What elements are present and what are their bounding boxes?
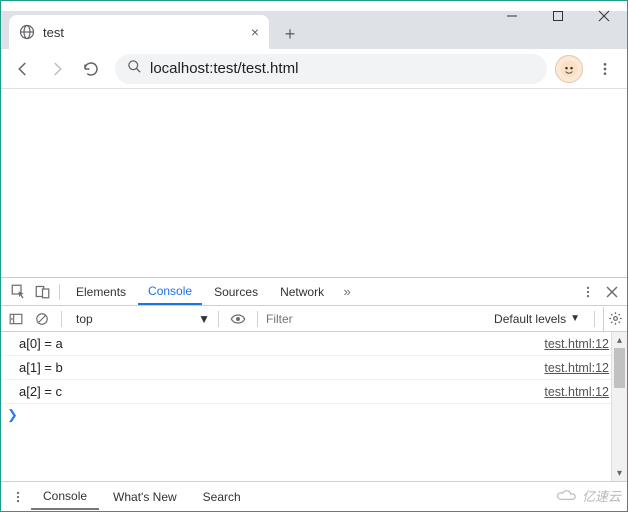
globe-icon [19, 24, 35, 40]
scroll-up-button[interactable]: ▴ [612, 332, 627, 348]
watermark: 亿速云 [556, 486, 621, 505]
minimize-button[interactable] [489, 1, 535, 31]
chevron-down-icon: ▼ [198, 312, 210, 326]
devtools-panel: Elements Console Sources Network » [1, 277, 627, 511]
context-label: top [76, 312, 93, 326]
device-toolbar-icon[interactable] [31, 281, 53, 303]
window-controls [489, 1, 627, 31]
console-prompt[interactable]: ❯ [1, 404, 627, 426]
tab-title: test [43, 25, 243, 40]
drawer-tab-whatsnew[interactable]: What's New [101, 483, 189, 510]
drawer-tab-search[interactable]: Search [191, 483, 253, 510]
console-row: a[1] = b test.html:12 [1, 356, 627, 380]
tab-sources[interactable]: Sources [204, 278, 268, 305]
console-toolbar: top ▼ Default levels ▼ [1, 306, 627, 332]
console-message: a[1] = b [19, 360, 544, 375]
drawer-tab-console[interactable]: Console [31, 483, 99, 510]
close-tab-button[interactable]: × [251, 24, 259, 40]
settings-icon[interactable] [603, 307, 627, 331]
inspect-element-icon[interactable] [7, 281, 29, 303]
forward-button[interactable] [41, 53, 73, 85]
log-levels-selector[interactable]: Default levels ▼ [494, 312, 586, 326]
separator [218, 311, 219, 327]
reload-button[interactable] [75, 53, 107, 85]
chevron-right-icon: ❯ [7, 407, 18, 423]
back-button[interactable] [7, 53, 39, 85]
console-source-link[interactable]: test.html:12 [544, 361, 609, 375]
scrollbar[interactable]: ▴ ▾ [611, 332, 627, 481]
scrollbar-thumb[interactable] [614, 348, 625, 388]
console-message: a[2] = c [19, 384, 544, 399]
close-window-button[interactable] [581, 1, 627, 31]
separator [61, 311, 62, 327]
page-viewport [1, 89, 627, 277]
context-selector[interactable]: top ▼ [70, 310, 210, 328]
filter-input[interactable] [266, 312, 490, 326]
close-devtools-button[interactable] [601, 281, 623, 303]
more-tabs-button[interactable]: » [336, 281, 358, 303]
console-message: a[0] = a [19, 336, 544, 351]
separator [59, 284, 60, 300]
drawer-menu-button[interactable] [7, 486, 29, 508]
address-bar[interactable]: localhost:test/test.html [115, 54, 547, 84]
devtools-tab-bar: Elements Console Sources Network » [1, 278, 627, 306]
clear-console-icon[interactable] [31, 308, 53, 330]
cloud-icon [556, 489, 578, 503]
console-source-link[interactable]: test.html:12 [544, 385, 609, 399]
tab-network[interactable]: Network [270, 278, 334, 305]
browser-tab[interactable]: test × [9, 15, 269, 49]
devtools-drawer: Console What's New Search [1, 481, 627, 511]
live-expression-icon[interactable] [227, 308, 249, 330]
profile-avatar[interactable] [555, 55, 583, 83]
separator [257, 311, 258, 327]
browser-toolbar: localhost:test/test.html [1, 49, 627, 89]
url-text: localhost:test/test.html [150, 60, 298, 77]
separator [594, 311, 595, 327]
watermark-text: 亿速云 [582, 486, 621, 505]
tab-elements[interactable]: Elements [66, 278, 136, 305]
maximize-button[interactable] [535, 1, 581, 31]
toggle-sidebar-icon[interactable] [5, 308, 27, 330]
tab-console[interactable]: Console [138, 278, 202, 305]
levels-label: Default levels [494, 312, 566, 326]
browser-window: test × + localhost:test/test.html [0, 0, 628, 512]
scroll-down-button[interactable]: ▾ [612, 465, 627, 481]
console-row: a[0] = a test.html:12 [1, 332, 627, 356]
console-source-link[interactable]: test.html:12 [544, 337, 609, 351]
new-tab-button[interactable]: + [275, 19, 305, 49]
chevron-down-icon: ▼ [570, 313, 580, 324]
browser-menu-button[interactable] [589, 53, 621, 85]
console-row: a[2] = c test.html:12 [1, 380, 627, 404]
search-icon [127, 59, 142, 78]
console-output: a[0] = a test.html:12 a[1] = b test.html… [1, 332, 627, 481]
devtools-menu-button[interactable] [577, 281, 599, 303]
